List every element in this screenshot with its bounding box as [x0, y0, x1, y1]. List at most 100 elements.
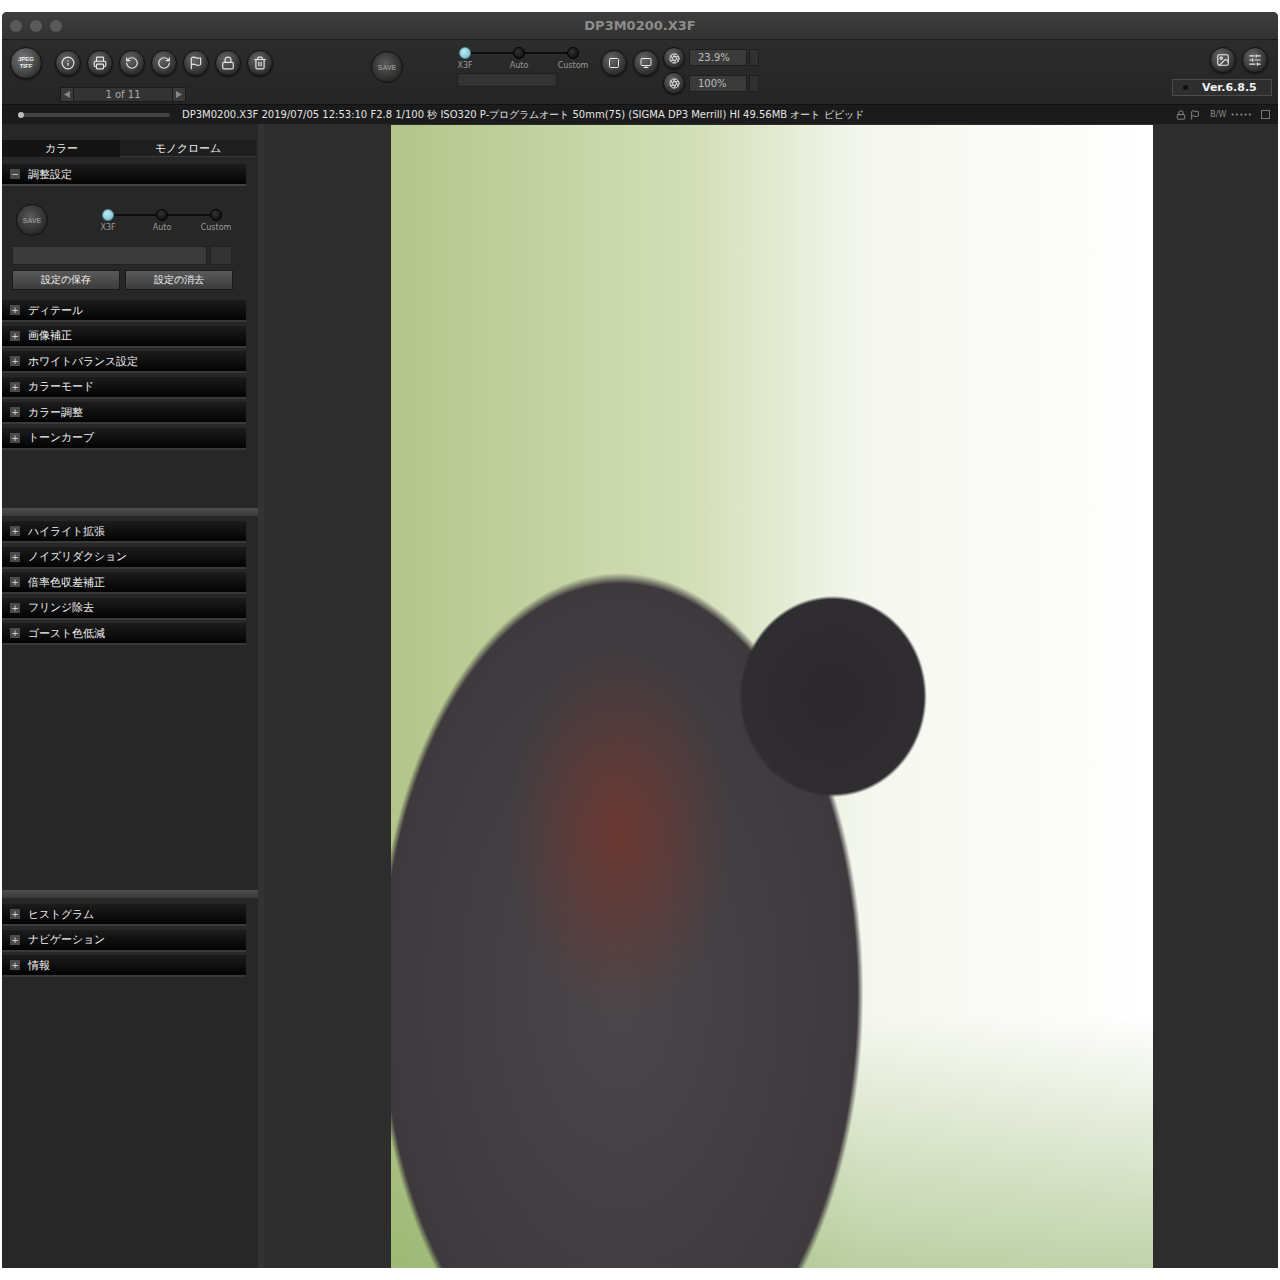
print-button[interactable]: [87, 50, 113, 76]
slider-stop[interactable]: X3F: [88, 209, 128, 232]
section-title: ハイライト拡張: [28, 524, 105, 539]
mode-group: X3F Auto Custom: [445, 47, 593, 87]
zoom-actual-field[interactable]: 100%: [689, 75, 747, 92]
slider-dot[interactable]: [102, 209, 114, 221]
slider-stop[interactable]: Custom: [196, 209, 236, 232]
panel-group: +ヒストグラム+ナビゲーション+情報: [2, 898, 258, 1268]
slider-dot[interactable]: [567, 47, 579, 59]
section-header[interactable]: + 倍率色収差補正: [2, 572, 246, 594]
section-header[interactable]: + 情報: [2, 955, 246, 977]
toggle-icon[interactable]: +: [10, 331, 20, 341]
monitor-button[interactable]: [633, 50, 659, 76]
toggle-icon[interactable]: +: [10, 552, 20, 562]
delete-button[interactable]: [247, 50, 273, 76]
toggle-icon[interactable]: +: [10, 382, 20, 392]
slider-stop[interactable]: Custom: [553, 47, 593, 70]
prev-button[interactable]: [60, 87, 74, 102]
panel-button[interactable]: 設定の消去: [125, 270, 233, 290]
photo-preview: [391, 125, 1153, 1268]
section-title: ゴースト色低減: [28, 626, 105, 641]
close-button[interactable]: [10, 20, 22, 32]
info-button[interactable]: [55, 50, 81, 76]
image-button[interactable]: [1210, 47, 1236, 73]
slider-label: Custom: [558, 61, 589, 70]
toggle-icon[interactable]: +: [10, 909, 20, 919]
aperture-icon: [669, 53, 680, 64]
preset-select[interactable]: [12, 246, 207, 265]
toggle-icon[interactable]: +: [10, 526, 20, 536]
section-header[interactable]: −調整設定: [2, 164, 246, 186]
toggle-icon[interactable]: +: [10, 603, 20, 613]
right-tools: Ver.6.8.5: [1172, 47, 1278, 96]
save-button[interactable]: SAVE: [371, 51, 403, 83]
window-title: DP3M0200.X3F: [70, 18, 1210, 33]
page: DP3M0200.X3FJPEGTIFF1 of 11SAVEX3FAutoCu…: [0, 0, 1280, 1280]
mode-slider[interactable]: X3F Auto Custom: [445, 47, 593, 70]
section-header[interactable]: + ハイライト拡張: [2, 521, 246, 543]
flag-icon: [1190, 110, 1200, 120]
toolbar: JPEGTIFF1 of 11SAVEX3FAutoCustom23.9%100…: [2, 40, 1278, 104]
section-title: ナビゲーション: [28, 932, 105, 947]
preset-dropdown-button[interactable]: [210, 246, 232, 265]
flag-button[interactable]: [183, 50, 209, 76]
slider-stop[interactable]: Auto: [142, 209, 182, 232]
zoom-spinner[interactable]: [749, 49, 759, 66]
section-title: 倍率色収差補正: [28, 575, 105, 590]
section-header[interactable]: +カラー調整: [2, 402, 246, 424]
slider-stop[interactable]: Auto: [499, 47, 539, 70]
zoom-button[interactable]: [50, 20, 62, 32]
toggle-icon[interactable]: −: [10, 169, 20, 179]
rotate-right-button[interactable]: [151, 50, 177, 76]
lock-button[interactable]: [215, 50, 241, 76]
section-header[interactable]: +ノイズリダクション: [2, 547, 246, 569]
section-header[interactable]: +ディテール: [2, 300, 246, 322]
rotate-right-icon: [157, 56, 171, 70]
settings-button[interactable]: [1242, 47, 1268, 73]
mode-slider[interactable]: X3F Auto Custom: [88, 209, 236, 232]
minimize-button[interactable]: [30, 20, 42, 32]
tab[interactable]: モノクローム: [120, 140, 256, 157]
monitor-icon: [640, 57, 652, 69]
fit-button[interactable]: [663, 47, 685, 69]
image-info: DP3M0200.X3F 2019/07/05 12:53:10 F2.8 1/…: [182, 108, 864, 122]
section-title: ホワイトバランス設定: [28, 354, 138, 369]
panel-button[interactable]: 設定の保存: [12, 270, 120, 290]
slider-stop[interactable]: X3F: [445, 47, 485, 70]
section-header[interactable]: + ナビゲーション: [2, 930, 246, 952]
section-header[interactable]: +画像補正: [2, 326, 246, 348]
section-header[interactable]: +フリンジ除去: [2, 598, 246, 620]
mode-field[interactable]: [457, 73, 557, 87]
section-header[interactable]: + ホワイトバランス設定: [2, 351, 246, 373]
toggle-icon[interactable]: +: [10, 305, 20, 315]
arrow-right-icon: [176, 91, 182, 98]
slider-dot[interactable]: [210, 209, 222, 221]
section-header[interactable]: +カラーモード: [2, 377, 246, 399]
zoom-spinner[interactable]: [749, 75, 759, 92]
zoom-fit-field[interactable]: 23.9%: [689, 49, 747, 66]
stop-button[interactable]: [601, 50, 627, 76]
section-header[interactable]: +ヒストグラム: [2, 904, 246, 926]
export-button[interactable]: JPEGTIFF: [10, 47, 42, 79]
expand-box[interactable]: [1261, 110, 1270, 119]
toggle-icon[interactable]: +: [10, 577, 20, 587]
toggle-icon[interactable]: +: [10, 356, 20, 366]
section-title: 情報: [28, 958, 50, 973]
slider-dot[interactable]: [513, 47, 525, 59]
save-button[interactable]: SAVE: [16, 204, 48, 236]
toggle-icon[interactable]: +: [10, 935, 20, 945]
section-header[interactable]: + ゴースト色低減: [2, 623, 246, 645]
rotate-left-button[interactable]: [119, 50, 145, 76]
toggle-icon[interactable]: +: [10, 960, 20, 970]
slider-dot[interactable]: [459, 47, 471, 59]
toggle-icon[interactable]: +: [10, 407, 20, 417]
section-header[interactable]: +トーンカーブ: [2, 428, 246, 450]
pane-splitter[interactable]: [2, 890, 258, 898]
actual-size-button[interactable]: [663, 72, 685, 94]
toggle-icon[interactable]: +: [10, 628, 20, 638]
square-icon: [608, 57, 620, 69]
tab[interactable]: カラー: [2, 140, 120, 157]
toggle-icon[interactable]: +: [10, 433, 20, 443]
pane-splitter[interactable]: [2, 508, 258, 516]
next-button[interactable]: [172, 87, 186, 102]
slider-dot[interactable]: [156, 209, 168, 221]
